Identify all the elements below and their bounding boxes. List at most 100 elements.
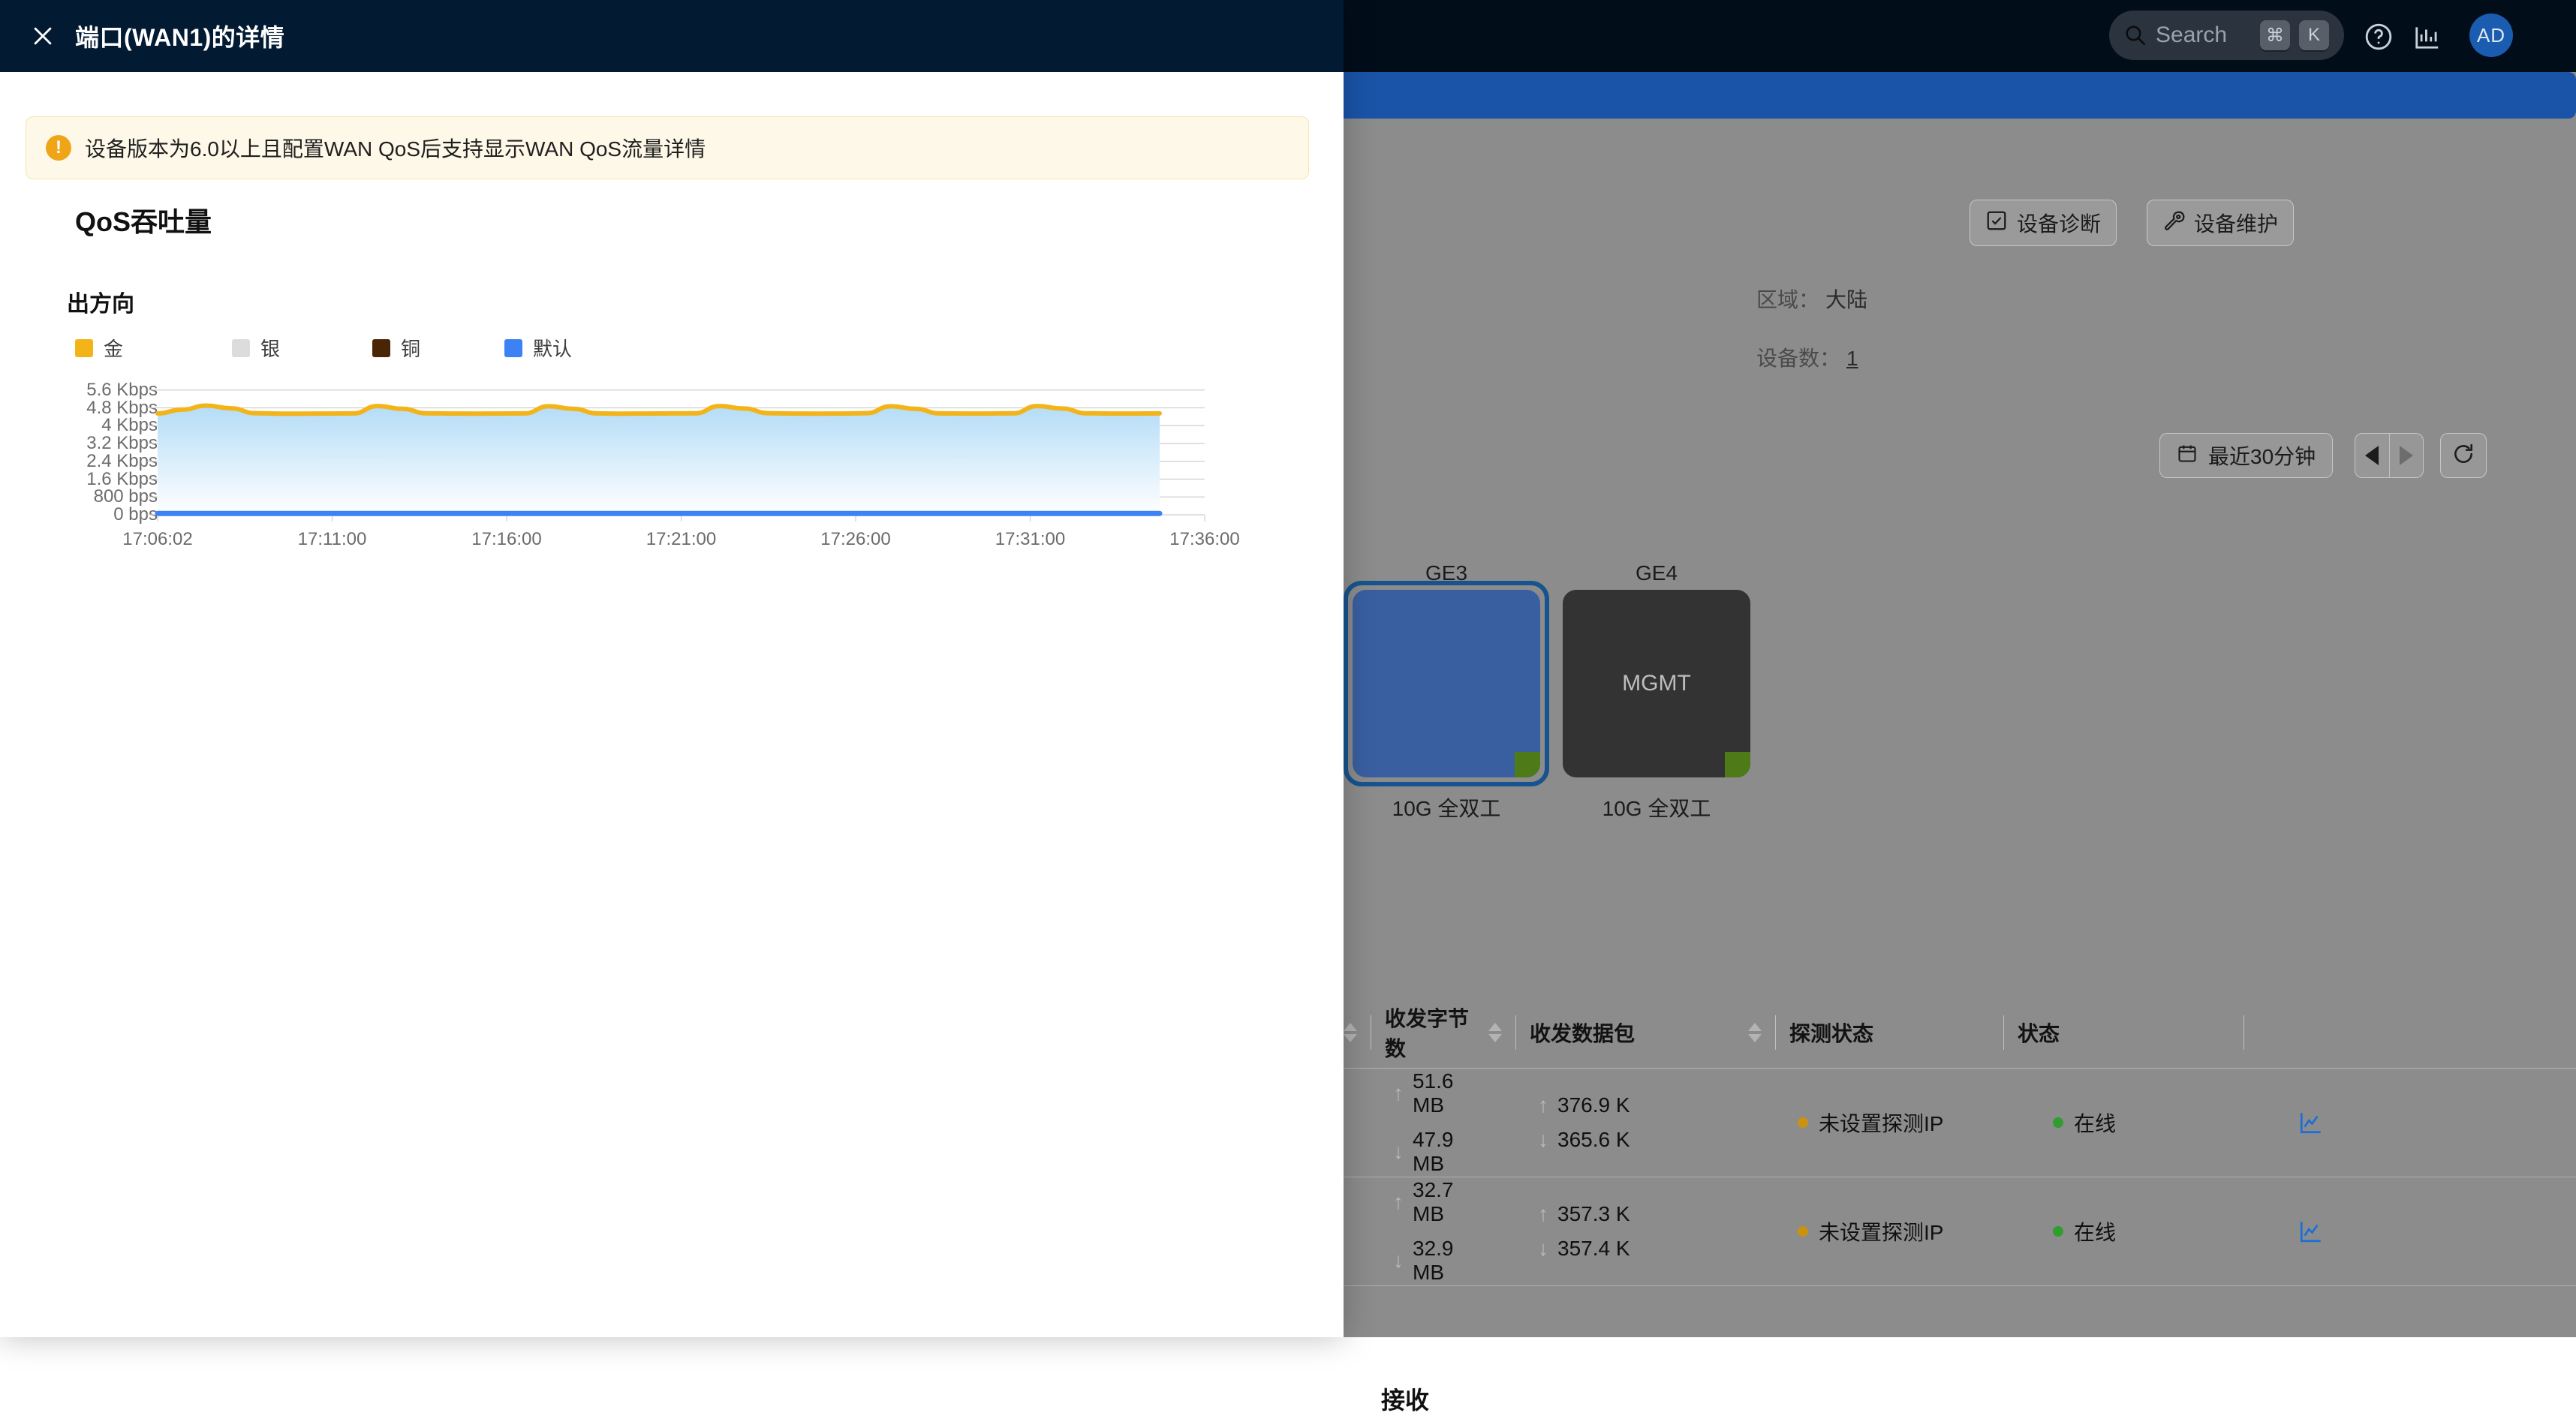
device-maintain-button[interactable]: 设备维护 — [2147, 200, 2294, 246]
receive-section-title: 接收 — [1381, 1381, 1429, 1416]
port-ge4-speed: 10G 全双工 — [1563, 792, 1750, 822]
time-prev-button[interactable] — [2355, 434, 2389, 477]
x-axis-tick: 17:06:02 — [122, 529, 192, 550]
search-input[interactable]: Search ⌘ K — [2109, 11, 2344, 60]
port-ge4-inner-label: MGMT — [1622, 671, 1691, 696]
device-diagnose-label: 设备诊断 — [2017, 208, 2101, 238]
time-range-picker[interactable]: 最近30分钟 — [2159, 433, 2333, 478]
row0-probe-cell: 未设置探测IP — [1748, 1108, 2003, 1138]
line-chart-icon[interactable] — [2298, 1219, 2324, 1244]
table-column-packets-label: 收发数据包 — [1530, 1018, 1635, 1048]
sort-toggle-icon[interactable] — [1344, 1023, 1357, 1042]
row0-status-cell: 在线 — [2003, 1108, 2243, 1138]
status-badge-dot — [1798, 1117, 1808, 1128]
bar-chart-icon[interactable] — [2413, 23, 2442, 51]
row0-packets-cell: ↑376.9 K ↓365.6 K — [1488, 1093, 1748, 1152]
legend-item-bronze[interactable]: 铜 — [372, 334, 420, 362]
status-badge-dot — [2053, 1226, 2063, 1237]
header-divider — [1515, 1015, 1516, 1050]
row0-status: 在线 — [2074, 1108, 2116, 1138]
row1-status: 在线 — [2074, 1216, 2116, 1246]
search-shortcut-cmd: ⌘ — [2260, 20, 2290, 50]
arrow-down-icon: ↓ — [1393, 1140, 1404, 1164]
drawer-header: 端口(WAN1)的详情 — [0, 0, 1344, 72]
legend-swatch — [75, 339, 93, 357]
x-axis-tick: 17:31:00 — [995, 529, 1065, 550]
refresh-button[interactable] — [2440, 433, 2487, 478]
status-badge-dot — [2053, 1117, 2063, 1128]
legend-item-gold[interactable]: 金 — [75, 334, 123, 362]
legend-swatch — [504, 339, 522, 357]
row1-status-cell: 在线 — [2003, 1216, 2243, 1246]
legend-label: 默认 — [533, 334, 572, 362]
port-ge4-led — [1725, 752, 1750, 777]
warning-banner-text: 设备版本为6.0以上且配置WAN QoS后支持显示WAN QoS流量详情 — [85, 133, 706, 163]
port-ge4-name: GE4 — [1563, 561, 1750, 585]
table-row[interactable]: ↑51.6 MB ↓47.9 MB ↑376.9 K ↓365.6 K 未设置探… — [1344, 1069, 2576, 1177]
table-column-probe[interactable]: 探测状态 — [1748, 997, 2003, 1069]
legend-label: 银 — [260, 334, 280, 362]
page-title: 端口(WAN1)的详情 — [75, 19, 284, 53]
outbound-direction-title: 出方向 — [67, 285, 134, 318]
row1-packets-up: 357.3 K — [1557, 1202, 1630, 1226]
port-ge3-name: GE3 — [1353, 561, 1540, 585]
x-axis-tick: 17:26:00 — [820, 529, 890, 550]
table-column-packets[interactable]: 收发数据包 — [1488, 997, 1748, 1069]
row0-bytes-down: 47.9 MB — [1413, 1128, 1488, 1176]
time-next-button[interactable] — [2390, 434, 2424, 477]
port-ge3-led — [1515, 752, 1540, 777]
legend-swatch — [372, 339, 390, 357]
port-ge4-box[interactable]: MGMT — [1563, 590, 1750, 777]
time-nav-group[interactable] — [2355, 433, 2424, 478]
row0-packets-down: 365.6 K — [1557, 1128, 1630, 1152]
row1-probe-status: 未设置探测IP — [1819, 1216, 1943, 1246]
chart-legend: 金 银 铜 默认 — [75, 334, 572, 362]
header-divider — [1775, 1015, 1776, 1050]
close-icon[interactable] — [30, 23, 56, 49]
x-axis-tick: 17:11:00 — [298, 529, 367, 550]
row1-bytes-down: 32.9 MB — [1413, 1237, 1488, 1285]
device-diagnose-button[interactable]: 设备诊断 — [1970, 200, 2117, 246]
arrow-up-icon: ↑ — [1538, 1202, 1548, 1226]
table-column-status-label: 状态 — [2018, 1018, 2060, 1048]
legend-swatch — [232, 339, 250, 357]
help-circle-icon[interactable] — [2364, 23, 2393, 51]
line-chart-icon[interactable] — [2298, 1110, 2324, 1135]
table-column-probe-label: 探测状态 — [1789, 1018, 1873, 1048]
table-column-bytes-label: 收发字节数 — [1385, 1003, 1488, 1063]
legend-item-silver[interactable]: 银 — [232, 334, 280, 362]
region-info: 区域： 大陆 — [1756, 284, 1867, 314]
arrow-up-icon: ↑ — [1393, 1081, 1404, 1105]
row0-packets-up: 376.9 K — [1557, 1093, 1630, 1117]
warning-icon: ! — [46, 135, 71, 161]
table-column-actions — [2243, 997, 2379, 1069]
chevron-right-icon — [2400, 446, 2413, 465]
legend-label: 铜 — [401, 334, 420, 362]
header-divider — [2243, 1015, 2244, 1050]
row0-probe-status: 未设置探测IP — [1819, 1108, 1943, 1138]
interfaces-table: 收发字节数 收发数据包 探测状态 状态 — [1344, 997, 2576, 1286]
region-label: 区域： — [1756, 284, 1819, 314]
row1-probe-cell: 未设置探测IP — [1748, 1216, 2003, 1246]
table-column-bytes[interactable]: 收发字节数 — [1344, 997, 1488, 1069]
table-column-status[interactable]: 状态 — [2003, 997, 2243, 1069]
row0-bytes-cell: ↑51.6 MB ↓47.9 MB — [1344, 1069, 1488, 1176]
sort-toggle-icon[interactable] — [1748, 1023, 1762, 1042]
x-axis-tick: 17:21:00 — [646, 529, 716, 550]
row1-bytes-cell: ↑32.7 MB ↓32.9 MB — [1344, 1178, 1488, 1285]
wrench-icon — [2162, 209, 2185, 237]
checkbox-square-icon — [1985, 209, 2008, 237]
port-detail-drawer: 端口(WAN1)的详情 ! 设备版本为6.0以上且配置WAN QoS后支持显示W… — [0, 0, 1344, 1337]
x-axis-tick: 17:16:00 — [471, 529, 541, 550]
region-value: 大陆 — [1825, 284, 1867, 314]
row1-packets-cell: ↑357.3 K ↓357.4 K — [1488, 1202, 1748, 1261]
device-count-value[interactable]: 1 — [1846, 347, 1858, 371]
avatar[interactable]: AD — [2469, 14, 2513, 57]
port-ge3-box[interactable] — [1353, 590, 1540, 777]
table-row[interactable]: ↑32.7 MB ↓32.9 MB ↑357.3 K ↓357.4 K 未设置探… — [1344, 1177, 2576, 1286]
sort-toggle-icon[interactable] — [1488, 1023, 1502, 1042]
device-maintain-label: 设备维护 — [2194, 208, 2278, 238]
table-header-row: 收发字节数 收发数据包 探测状态 状态 — [1344, 997, 2576, 1069]
legend-item-default[interactable]: 默认 — [504, 334, 572, 362]
header-divider — [2003, 1015, 2004, 1050]
